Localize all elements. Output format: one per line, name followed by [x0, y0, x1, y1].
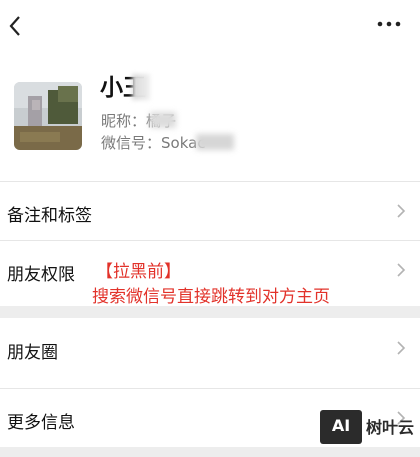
- more-button[interactable]: [376, 14, 402, 34]
- chevron-left-icon: [9, 16, 20, 36]
- section-gap: [0, 306, 420, 318]
- menu-item-label: 朋友圈: [7, 343, 58, 363]
- name-redaction: [132, 74, 150, 100]
- annotation-text: 搜索微信号直接跳转到对方主页: [92, 287, 330, 307]
- menu-item-label: 备注和标签: [7, 206, 92, 226]
- profile-header: 小王 昵称：橘子 微信号：Sokac: [0, 52, 420, 180]
- avatar-image: [14, 82, 82, 150]
- top-bar: [0, 0, 420, 52]
- chevron-right-icon: [397, 263, 406, 277]
- avatar[interactable]: [14, 82, 82, 150]
- nickname-redaction: [150, 112, 176, 128]
- chevron-right-icon: [397, 204, 406, 218]
- menu-item-remarks-tags[interactable]: 备注和标签: [0, 182, 420, 240]
- menu-item-label: 朋友权限: [7, 265, 75, 285]
- wechat-id: 微信号：Sokac: [101, 132, 206, 153]
- wechat-id-redaction: [196, 134, 234, 150]
- nickname-label: 昵称：: [101, 112, 147, 130]
- back-button[interactable]: [4, 12, 30, 40]
- watermark-logo: AI: [320, 410, 362, 444]
- annotation-title: 【拉黑前】: [96, 262, 181, 282]
- watermark-brand: 树叶云: [366, 418, 415, 437]
- more-dots-icon: [377, 21, 401, 27]
- watermark: AI 树叶云: [290, 408, 420, 457]
- menu-item-label: 更多信息: [7, 413, 75, 433]
- menu-item-moments[interactable]: 朋友圈: [0, 318, 420, 380]
- wechat-id-label: 微信号：: [101, 134, 162, 152]
- chevron-right-icon: [397, 341, 406, 355]
